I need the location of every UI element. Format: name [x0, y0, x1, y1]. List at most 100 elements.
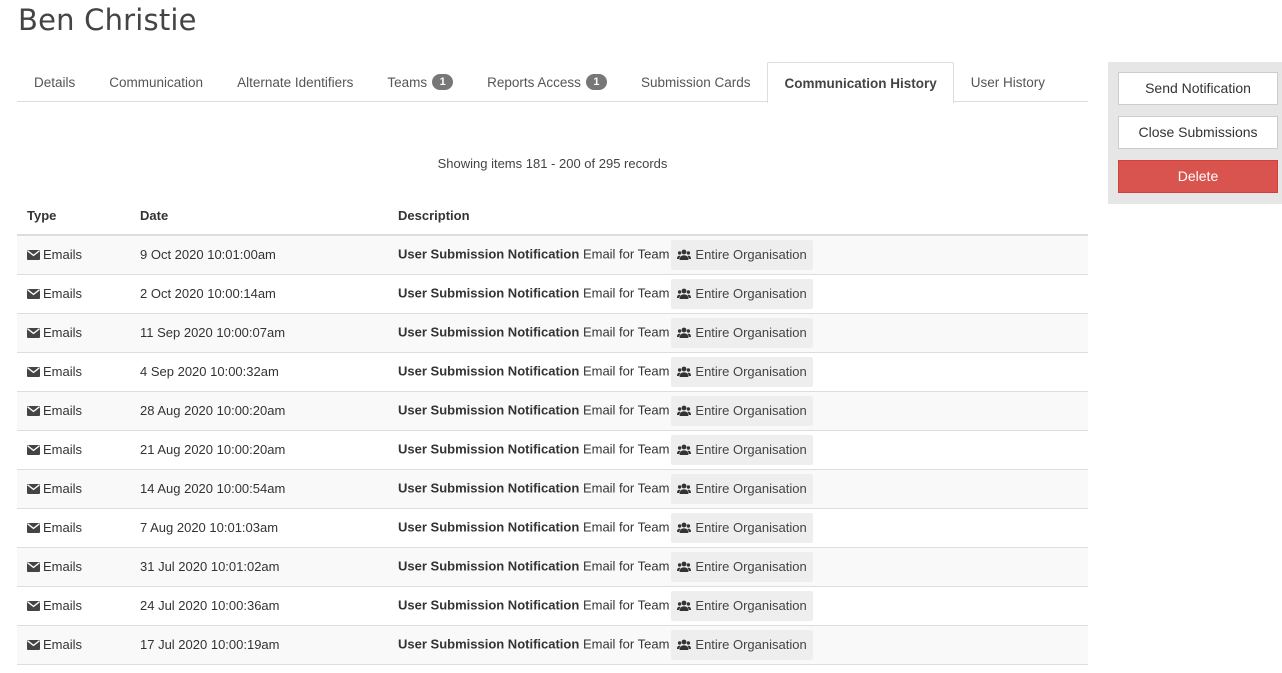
team-chip[interactable]: Entire Organisation: [671, 629, 813, 660]
team-name: Entire Organisation: [695, 598, 807, 613]
team-chip[interactable]: Entire Organisation: [671, 278, 813, 309]
type-cell: Emails: [17, 546, 130, 586]
team-name: Entire Organisation: [695, 364, 807, 379]
notification-detail: Email for Team: [582, 323, 670, 339]
close-submissions-button[interactable]: Close Submissions: [1118, 116, 1278, 149]
type-label: Emails: [43, 285, 83, 301]
type-cell: Emails: [17, 390, 130, 430]
team-name: Entire Organisation: [695, 325, 807, 340]
notification-detail: Email for Team: [582, 596, 670, 612]
team-chip[interactable]: Entire Organisation: [671, 356, 813, 387]
team-chip[interactable]: Entire Organisation: [671, 239, 813, 270]
description-cell: User Submission Notification Email for T…: [388, 546, 1088, 586]
team-chip[interactable]: Entire Organisation: [671, 395, 813, 426]
count-badge: 1: [585, 74, 607, 90]
type-label: Emails: [43, 480, 83, 496]
date-cell: 24 Jul 2020 10:00:36am: [130, 585, 388, 625]
tab-label: Communication History: [784, 75, 937, 91]
users-icon: [677, 522, 692, 533]
description-cell: User Submission Notification Email for T…: [388, 507, 1088, 547]
team-chip[interactable]: Entire Organisation: [671, 434, 813, 465]
date-cell: 28 Aug 2020 10:00:20am: [130, 390, 388, 430]
notification-title: User Submission Notification: [398, 323, 580, 339]
table-row: Emails 9 Oct 2020 10:01:00am User Submissi…: [17, 234, 1088, 274]
tab-label: Communication: [109, 74, 204, 90]
type-cell: Emails: [17, 507, 130, 547]
date-cell: 21 Aug 2020 10:00:20am: [130, 429, 388, 469]
type-label: Emails: [43, 597, 83, 613]
envelope-icon: [27, 404, 40, 419]
type-label: Emails: [43, 519, 83, 535]
delete-button[interactable]: Delete: [1118, 160, 1278, 193]
table-row: Emails 2 Oct 2020 10:00:14am User Submissi…: [17, 273, 1088, 313]
users-icon: [677, 444, 692, 455]
team-chip[interactable]: Entire Organisation: [671, 473, 813, 504]
description-cell: User Submission Notification Email for T…: [388, 585, 1088, 625]
table-row: Emails 4 Sep 2020 10:00:32am User Submissi…: [17, 351, 1088, 391]
table-row: Emails 28 Aug 2020 10:00:20am User Submiss…: [17, 390, 1088, 430]
users-icon: [677, 249, 692, 261]
tab-communication[interactable]: Communication: [92, 62, 220, 101]
tab-label: Reports Access: [487, 74, 581, 90]
type-label: Emails: [43, 324, 83, 340]
users-icon: [677, 483, 692, 494]
team-chip[interactable]: Entire Organisation: [671, 317, 813, 348]
main-content: Details Communication Alternate Identifi…: [17, 62, 1088, 665]
tab-label: User History: [970, 74, 1046, 90]
team-name: Entire Organisation: [695, 520, 807, 535]
team-chip[interactable]: Entire Organisation: [671, 590, 813, 621]
description-cell: User Submission Notification Email for T…: [388, 312, 1088, 352]
date-cell: 2 Oct 2020 10:00:14am: [130, 273, 388, 313]
description-cell: User Submission Notification Email for T…: [388, 390, 1088, 430]
type-label: Emails: [43, 363, 83, 379]
tab-submission-cards[interactable]: Submission Cards: [624, 62, 768, 101]
table-row: Emails 24 Jul 2020 10:00:36am User Submiss…: [17, 585, 1088, 625]
table-row: Emails 7 Aug 2020 10:01:03am User Submissi…: [17, 507, 1088, 547]
users-icon: [677, 405, 692, 416]
tab-details[interactable]: Details: [17, 62, 92, 101]
description-cell: User Submission Notification Email for T…: [388, 624, 1088, 665]
send-notification-button[interactable]: Send Notification: [1118, 72, 1278, 105]
table-row: Emails 11 Sep 2020 10:00:07am User Submiss…: [17, 312, 1088, 352]
type-label: Emails: [43, 636, 83, 652]
team-chip[interactable]: Entire Organisation: [671, 512, 813, 543]
tab-teams[interactable]: Teams 1: [370, 62, 470, 101]
users-icon: [677, 327, 692, 338]
page-title: Ben Christie: [18, 3, 197, 37]
notification-title: User Submission Notification: [398, 596, 580, 612]
team-name: Entire Organisation: [695, 442, 807, 457]
notification-detail: Email for Team: [582, 635, 670, 651]
type-label: Emails: [43, 558, 83, 574]
envelope-icon: [27, 443, 40, 458]
type-cell: Emails: [17, 624, 130, 665]
count-badge: 1: [432, 74, 454, 90]
team-name: Entire Organisation: [695, 286, 807, 301]
envelope-icon: [27, 599, 40, 614]
notification-detail: Email for Team: [582, 557, 670, 573]
notification-title: User Submission Notification: [398, 246, 580, 262]
description-cell: User Submission Notification Email for T…: [388, 429, 1088, 469]
tab-label: Submission Cards: [640, 74, 751, 90]
type-cell: Emails: [17, 429, 130, 469]
date-cell: 11 Sep 2020 10:00:07am: [130, 312, 388, 352]
envelope-icon: [27, 521, 40, 536]
notification-title: User Submission Notification: [398, 401, 580, 417]
type-cell: Emails: [17, 468, 130, 508]
actions-panel: Send Notification Close Submissions Dele…: [1108, 62, 1282, 204]
team-name: Entire Organisation: [695, 403, 807, 418]
notification-detail: Email for Team: [582, 362, 670, 378]
date-cell: 17 Jul 2020 10:00:19am: [130, 624, 388, 665]
type-label: Emails: [43, 246, 83, 262]
tab-communication-history[interactable]: Communication History: [767, 62, 954, 103]
tab-label: Teams: [387, 74, 428, 90]
table-row: Emails 31 Jul 2020 10:01:02am User Submiss…: [17, 546, 1088, 586]
communication-history-table: Type Date Description Emails 9 Oct 2020 1…: [17, 197, 1088, 665]
tab-user-history[interactable]: User History: [954, 62, 1062, 101]
notification-title: User Submission Notification: [398, 362, 580, 378]
tab-alternate-identifiers[interactable]: Alternate Identifiers: [220, 62, 370, 101]
team-chip[interactable]: Entire Organisation: [671, 551, 813, 582]
tab-reports-access[interactable]: Reports Access 1: [470, 62, 624, 101]
type-cell: Emails: [17, 273, 130, 313]
pagination-summary: Showing items 181 - 200 of 295 records: [437, 156, 668, 171]
users-icon: [677, 366, 692, 377]
